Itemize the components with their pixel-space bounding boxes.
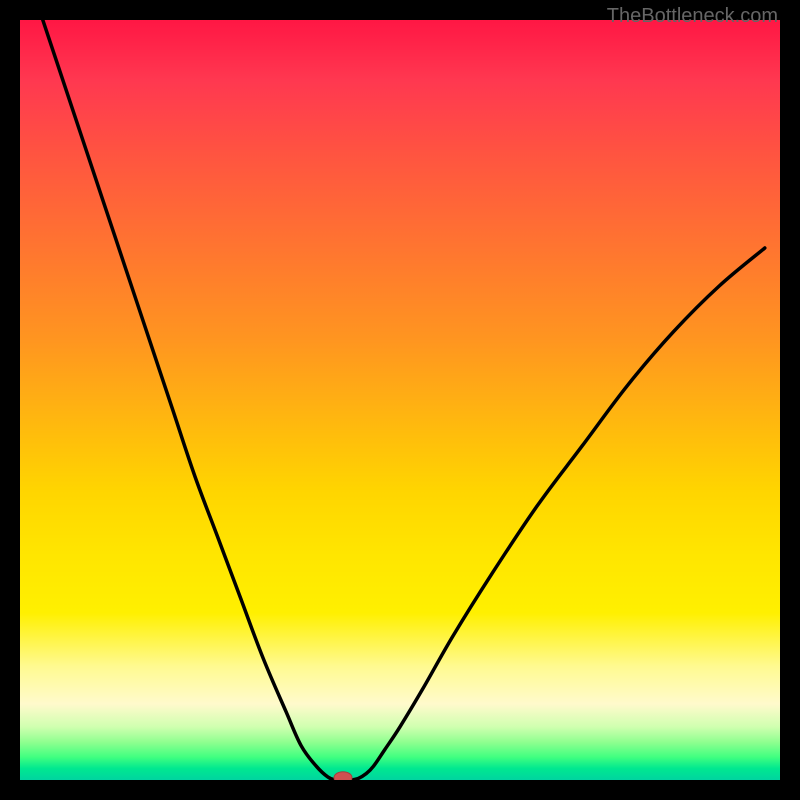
chart-svg (20, 20, 780, 780)
bottleneck-curve (43, 20, 765, 780)
watermark-text: TheBottleneck.com (607, 5, 778, 28)
curve-marker (334, 772, 352, 780)
chart-plot-area (20, 20, 780, 780)
